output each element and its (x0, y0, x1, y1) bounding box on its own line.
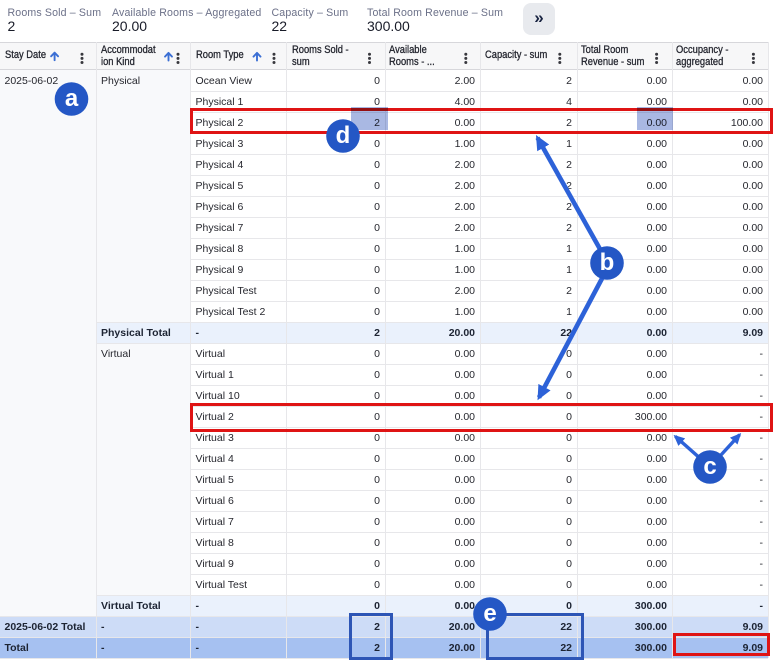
svg-text:c: c (703, 453, 716, 480)
svg-text:e: e (483, 600, 496, 627)
svg-text:b: b (600, 249, 615, 276)
svg-text:a: a (65, 85, 79, 112)
svg-text:d: d (336, 122, 351, 149)
